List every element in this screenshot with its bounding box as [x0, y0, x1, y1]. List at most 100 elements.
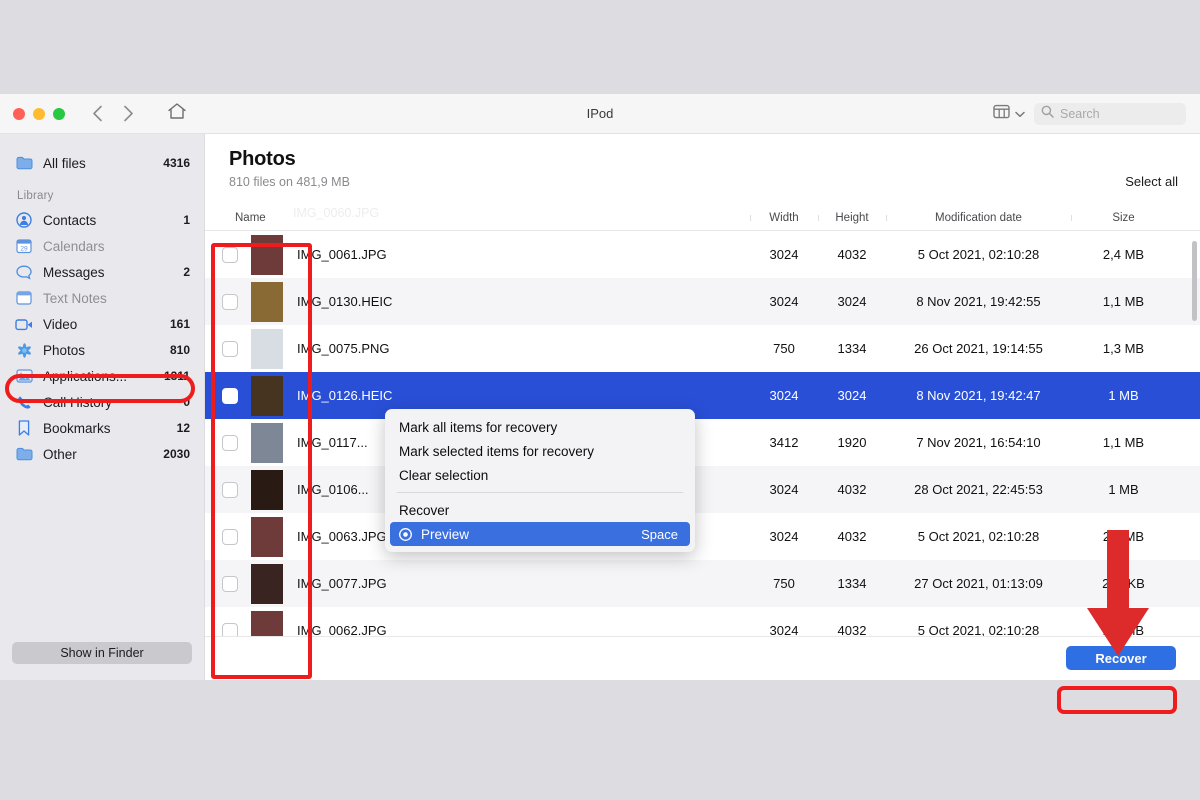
page-subtitle: 810 files on 481,9 MB	[229, 175, 1176, 189]
cell-name: IMG_0062.JPG	[205, 611, 750, 637]
sidebar-item-applications[interactable]: Applications... 1311	[0, 363, 204, 389]
sidebar-item-count: 0	[183, 395, 190, 409]
sidebar-item-other[interactable]: Other 2030	[0, 441, 204, 467]
search-icon	[1041, 105, 1054, 123]
table-row[interactable]: IMG_0075.PNG750133426 Oct 2021, 19:14:55…	[205, 325, 1200, 372]
sidebar-item-photos[interactable]: Photos 810	[0, 337, 204, 363]
cell-size: 1,1 MB	[1071, 294, 1176, 309]
cell-name: IMG_0075.PNG	[205, 329, 750, 369]
view-mode-button[interactable]	[993, 104, 1025, 124]
forward-chevron-icon[interactable]	[123, 105, 134, 122]
cell-height: 4032	[818, 529, 886, 544]
row-checkbox[interactable]	[222, 529, 238, 545]
cell-name: IMG_0130.HEIC	[205, 282, 750, 322]
cell-date: 27 Oct 2021, 01:13:09	[886, 576, 1071, 591]
cell-height: 4032	[818, 247, 886, 262]
contacts-icon	[14, 212, 34, 228]
sidebar-item-all-files[interactable]: All files 4316	[0, 150, 204, 176]
row-checkbox[interactable]	[222, 247, 238, 263]
cell-date: 5 Oct 2021, 02:10:28	[886, 529, 1071, 544]
select-all-button[interactable]: Select all	[1125, 174, 1178, 189]
context-menu-item[interactable]: Clear selection	[385, 463, 695, 487]
table-row[interactable]: IMG_0077.JPG750133427 Oct 2021, 01:13:09…	[205, 560, 1200, 607]
column-header-height[interactable]: Height	[818, 212, 886, 224]
table-row[interactable]: IMG_0106...3024403228 Oct 2021, 22:45:53…	[205, 466, 1200, 513]
row-checkbox[interactable]	[222, 482, 238, 498]
home-icon[interactable]	[167, 102, 187, 125]
sidebar-item-label: Contacts	[43, 213, 183, 228]
cell-size: 1,3 MB	[1071, 341, 1176, 356]
show-in-finder-button[interactable]: Show in Finder	[12, 642, 192, 664]
annotation-recover-button-box	[1057, 686, 1177, 714]
table-row[interactable]: IMG_0126.HEIC302430248 Nov 2021, 19:42:4…	[205, 372, 1200, 419]
context-menu-item[interactable]: Mark selected items for recovery	[385, 439, 695, 463]
vertical-scrollbar[interactable]	[1192, 241, 1197, 321]
cell-date: 26 Oct 2021, 19:14:55	[886, 341, 1071, 356]
app-window: IPod Sea	[0, 94, 1200, 680]
column-header-size[interactable]: Size	[1071, 212, 1176, 224]
sidebar-item-messages[interactable]: Messages 2	[0, 259, 204, 285]
cell-height: 1334	[818, 341, 886, 356]
traffic-light-buttons[interactable]	[13, 108, 65, 120]
sidebar-item-contacts[interactable]: Contacts 1	[0, 207, 204, 233]
table-row[interactable]: IMG_0117...341219207 Nov 2021, 16:54:101…	[205, 419, 1200, 466]
table-header-row: IMG_0060.JPG Name Width Height Modificat…	[205, 205, 1200, 231]
messages-icon	[14, 265, 34, 280]
page-title: Photos	[229, 148, 1176, 171]
calendar-icon: 29	[14, 238, 34, 254]
sidebar-item-call-history[interactable]: Call History 0	[0, 389, 204, 415]
sidebar-item-bookmarks[interactable]: Bookmarks 12	[0, 415, 204, 441]
column-header-width[interactable]: Width	[750, 212, 818, 224]
row-checkbox[interactable]	[222, 435, 238, 451]
row-checkbox[interactable]	[222, 576, 238, 592]
chevron-down-icon[interactable]	[1015, 105, 1025, 123]
sidebar-item-text-notes[interactable]: Text Notes	[0, 285, 204, 311]
screenshot-root: IPod Sea	[0, 0, 1200, 800]
table-row[interactable]: IMG_0061.JPG302440325 Oct 2021, 02:10:28…	[205, 231, 1200, 278]
table-row[interactable]: IMG_0130.HEIC302430248 Nov 2021, 19:42:5…	[205, 278, 1200, 325]
context-menu-item[interactable]: Recover	[385, 498, 695, 522]
sidebar-item-calendars[interactable]: 29 Calendars	[0, 233, 204, 259]
table-row[interactable]: IMG_0063.JPG302440325 Oct 2021, 02:10:28…	[205, 513, 1200, 560]
minimize-button[interactable]	[33, 108, 45, 120]
cell-height: 3024	[818, 388, 886, 403]
sidebar-item-count: 2	[183, 265, 190, 279]
other-folder-icon	[14, 447, 34, 461]
eye-icon	[399, 528, 414, 541]
columns-view-icon[interactable]	[993, 104, 1010, 124]
row-checkbox[interactable]	[222, 294, 238, 310]
close-button[interactable]	[13, 108, 25, 120]
svg-text:29: 29	[20, 245, 28, 252]
table-row[interactable]: IMG_0062.JPG302440325 Oct 2021, 02:10:28…	[205, 607, 1200, 636]
notes-icon	[14, 291, 34, 305]
sidebar-item-count: 810	[170, 343, 190, 357]
row-checkbox[interactable]	[222, 341, 238, 357]
sidebar-section-library: Library	[3, 190, 204, 202]
search-input[interactable]: Search	[1034, 103, 1186, 125]
column-header-date[interactable]: Modification date	[886, 212, 1071, 224]
cell-date: 8 Nov 2021, 19:42:47	[886, 388, 1071, 403]
navigation-buttons[interactable]	[92, 105, 134, 122]
sidebar-item-label: Bookmarks	[43, 421, 177, 436]
bookmark-icon	[14, 420, 34, 436]
cell-height: 4032	[818, 482, 886, 497]
window-body: All files 4316 Library Contacts 1 29 Cal…	[0, 134, 1200, 680]
row-thumbnail	[251, 329, 283, 369]
context-menu-item[interactable]: Mark all items for recovery	[385, 415, 695, 439]
context-menu-item[interactable]: PreviewSpace	[390, 522, 690, 546]
sidebar-item-count: 1	[183, 213, 190, 227]
back-chevron-icon[interactable]	[92, 105, 103, 122]
row-checkbox[interactable]	[222, 623, 238, 637]
sidebar-item-count: 4316	[163, 156, 190, 170]
zoom-button[interactable]	[53, 108, 65, 120]
context-menu-item-label: Recover	[399, 503, 683, 518]
context-menu[interactable]: Mark all items for recovery Mark selected…	[385, 409, 695, 552]
show-in-finder-container: Show in Finder	[0, 642, 204, 664]
cell-width: 3024	[750, 623, 818, 636]
sidebar-item-label: Photos	[43, 343, 170, 358]
row-checkbox[interactable]	[222, 388, 238, 404]
context-menu-item-label: Mark all items for recovery	[399, 420, 683, 435]
column-header-name[interactable]: Name	[205, 212, 750, 224]
sidebar-item-video[interactable]: Video 161	[0, 311, 204, 337]
context-menu-item-shortcut: Space	[641, 527, 678, 542]
